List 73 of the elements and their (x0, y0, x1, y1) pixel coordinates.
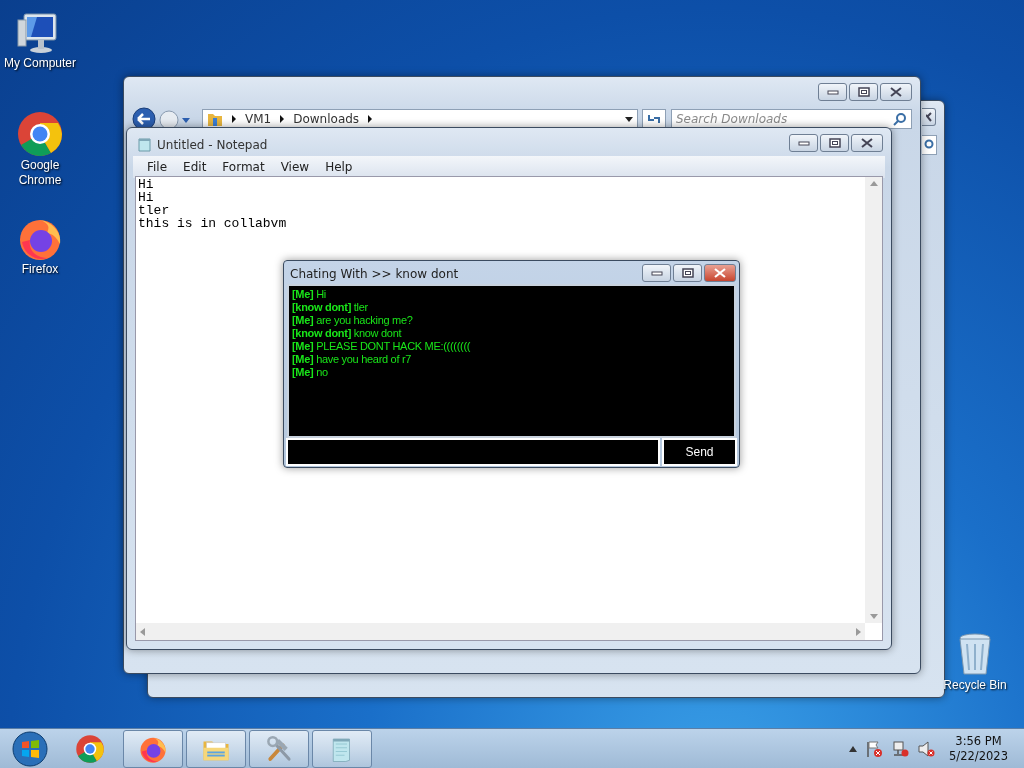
chat-message: [Me] Hi (292, 288, 327, 301)
close-button[interactable] (880, 83, 912, 101)
maximize-button[interactable] (849, 83, 878, 101)
menu-item[interactable]: Help (317, 157, 361, 177)
scroll-left-icon[interactable] (140, 627, 145, 636)
scroll-right-icon[interactable] (856, 627, 861, 636)
minimize-button[interactable] (642, 264, 671, 282)
maximize-icon (828, 138, 841, 148)
dropdown-icon[interactable] (625, 116, 633, 123)
chat-message: [Me] are you hacking me? (292, 314, 414, 327)
document-text: Hi Hi tler this is in collabvm (137, 177, 288, 231)
desktop-icon-label[interactable]: Google Chrome (0, 158, 80, 188)
taskbar-button[interactable] (312, 729, 372, 768)
scroll-up-icon[interactable] (869, 181, 878, 186)
caret-up-icon[interactable] (849, 745, 858, 752)
search-icon (893, 112, 907, 126)
start-button[interactable] (12, 730, 48, 767)
minimize-button[interactable] (789, 134, 818, 152)
chrome-icon (16, 110, 64, 158)
desktop-icon-label[interactable]: Recycle Bin (943, 678, 1007, 693)
send-button[interactable]: Send (662, 438, 737, 466)
taskbar-button[interactable] (249, 729, 309, 768)
window-title: Untitled - Notepad (157, 137, 268, 154)
maximize-icon (681, 268, 694, 278)
message-input[interactable] (286, 438, 660, 466)
forward-icon[interactable] (159, 110, 179, 130)
network-icon[interactable] (891, 739, 910, 758)
notepad-icon (137, 137, 153, 153)
chat-message: [Me] have you heard of r7 (292, 353, 413, 366)
refresh-button[interactable] (642, 109, 666, 129)
menu-item[interactable]: Format (214, 157, 273, 177)
chat-message: [Me] PLEASE DONT HACK ME:(((((((( (292, 340, 472, 353)
menu-item[interactable]: Edit (175, 157, 215, 177)
speaker-muted-icon[interactable] (917, 739, 936, 758)
scroll-down-icon[interactable] (869, 614, 878, 619)
flag-icon[interactable] (865, 739, 884, 758)
chat-message: [know dont] know dont (292, 327, 403, 340)
maximize-button[interactable] (820, 134, 849, 152)
maximize-icon (857, 87, 870, 97)
chevron-icon (231, 115, 237, 123)
minimize-icon (826, 89, 839, 95)
search-placeholder: Search Downloads (676, 111, 788, 128)
chat-message: [Me] no (292, 366, 329, 379)
minimize-button[interactable] (818, 83, 847, 101)
desktop-icon-label[interactable]: My Computer (4, 56, 76, 71)
taskbar-button[interactable] (186, 729, 246, 768)
chrome-icon (75, 733, 105, 764)
scrollbar[interactable] (136, 623, 865, 640)
refresh-icon (647, 113, 661, 125)
clock[interactable]: 3:56 PM 5/22/2023 (943, 733, 1008, 764)
minimize-icon (650, 270, 663, 276)
window-title: Chating With >> know dont (290, 266, 459, 283)
clock-date: 5/22/2023 (949, 748, 1008, 764)
desktop-icon-label[interactable]: Firefox (21, 262, 59, 277)
close-button[interactable] (922, 108, 936, 126)
clock-time: 3:56 PM (955, 733, 1002, 749)
menu-item[interactable]: View (272, 157, 318, 177)
chevron-icon (367, 115, 374, 123)
taskbar-button[interactable] (123, 729, 183, 768)
minimize-icon (797, 140, 810, 146)
breadcrumb-item[interactable]: Downloads (293, 110, 360, 128)
chevron-icon (279, 115, 286, 123)
menu-item[interactable]: File (139, 157, 176, 177)
search-icon (924, 139, 934, 151)
maximize-button[interactable] (673, 264, 702, 282)
scrollbar[interactable] (865, 177, 882, 623)
search-field[interactable] (922, 135, 937, 155)
search-field[interactable]: Search Downloads (671, 109, 912, 129)
folder-icon (207, 111, 223, 127)
chat-message: [know dont] tler (292, 301, 369, 314)
close-button[interactable] (704, 264, 736, 282)
close-button[interactable] (851, 134, 883, 152)
breadcrumb-item[interactable]: VM1 (245, 110, 272, 128)
